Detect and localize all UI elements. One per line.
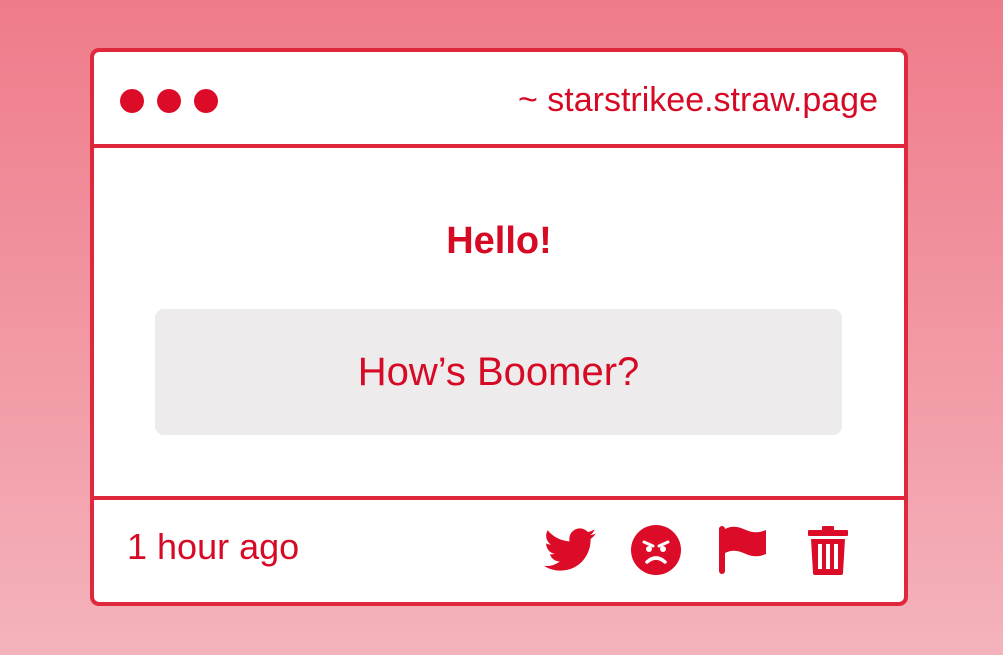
timestamp: 1 hour ago xyxy=(127,526,300,567)
twitter-icon xyxy=(544,528,596,571)
message-box: How’s Boomer? xyxy=(155,309,842,435)
greeting-heading: Hello! xyxy=(446,220,552,262)
message-text: How’s Boomer? xyxy=(357,349,640,394)
react-button[interactable] xyxy=(628,522,684,578)
card-content: Hello! How’s Boomer? xyxy=(94,148,904,500)
trash-icon xyxy=(808,526,848,575)
window-dot-1[interactable] xyxy=(120,89,144,113)
flag-icon xyxy=(719,526,766,574)
window-dot-3[interactable] xyxy=(194,89,218,113)
site-url[interactable]: ~ starstrikee.straw.page xyxy=(518,80,878,120)
angry-face-icon xyxy=(631,525,681,575)
card-footer: 1 hour ago xyxy=(94,496,904,602)
delete-button[interactable] xyxy=(800,522,856,578)
window-controls xyxy=(120,89,218,113)
message-card: ~ starstrikee.straw.page Hello! How’s Bo… xyxy=(90,48,908,606)
twitter-share-button[interactable] xyxy=(542,522,598,578)
window-dot-2[interactable] xyxy=(157,89,181,113)
action-bar xyxy=(542,522,856,578)
window-titlebar: ~ starstrikee.straw.page xyxy=(94,52,904,148)
report-button[interactable] xyxy=(714,522,770,578)
